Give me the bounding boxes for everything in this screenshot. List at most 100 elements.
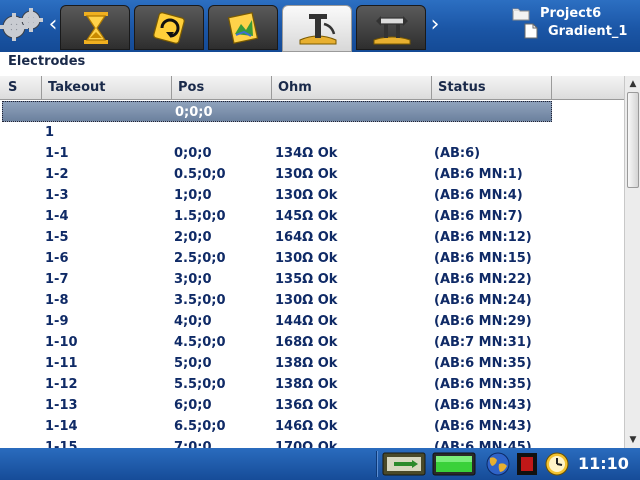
cell-pos: 3.5;0;0 (174, 293, 226, 308)
project-name: Project6 (540, 5, 602, 21)
cell-pos: 3;0;0 (174, 272, 212, 287)
cell-ohm: 164Ω Ok (275, 230, 338, 245)
table-header: S Takeout Pos Ohm Status (0, 76, 624, 100)
battery-charger-icon[interactable] (382, 452, 426, 476)
tabs-scroll-left-icon[interactable]: ‹ (48, 10, 58, 40)
cell-status: (AB:6) (434, 146, 481, 161)
table-row[interactable]: 1-13 6;0;0 136Ω Ok (AB:6 MN:43) (0, 395, 624, 416)
cell-pos: 1.5;0;0 (174, 209, 226, 224)
cell-pos: 0;0;0 (174, 146, 212, 161)
cell-ohm: 130Ω Ok (275, 188, 338, 203)
cell-pos: 5;0;0 (174, 356, 212, 371)
table-row[interactable]: 1-5 2;0;0 164Ω Ok (AB:6 MN:12) (0, 227, 624, 248)
electrodes-table: S Takeout Pos Ohm Status 0;0;0 1 1-1 0;0;0… (0, 76, 624, 448)
cell-ohm: 136Ω Ok (275, 398, 338, 413)
cell-takeout: 1-11 (45, 356, 78, 371)
column-header-ohm[interactable]: Ohm (272, 76, 432, 100)
cell-status: (AB:6 MN:7) (434, 209, 523, 224)
cell-takeout: 1-14 (45, 419, 78, 434)
scroll-up-icon[interactable]: ▲ (627, 78, 639, 90)
table-row[interactable]: 1-6 2.5;0;0 130Ω Ok (AB:6 MN:15) (0, 248, 624, 269)
cell-pos: 5.5;0;0 (174, 377, 226, 392)
column-header-takeout[interactable]: Takeout (42, 76, 172, 100)
file-indicator[interactable]: Gradient_1 (524, 22, 627, 40)
table-row[interactable]: 1-9 4;0;0 144Ω Ok (AB:6 MN:29) (0, 311, 624, 332)
tab-timer[interactable] (60, 5, 130, 50)
cell-status: (AB:6 MN:15) (434, 251, 532, 266)
column-header-pos[interactable]: Pos (172, 76, 272, 100)
hourglass-icon (84, 12, 108, 44)
table-row[interactable]: 1-4 1.5;0;0 145Ω Ok (AB:6 MN:7) (0, 206, 624, 227)
cell-pos: 6.5;0;0 (174, 419, 226, 434)
table-row[interactable]: 1-15 7;0;0 170Ω Ok (AB:6 MN:45) (0, 437, 624, 448)
cell-takeout: 1-8 (45, 293, 69, 308)
cell-status: (AB:6 MN:45) (434, 440, 532, 448)
vertical-scrollbar[interactable]: ▲ ▼ (624, 76, 640, 448)
table-row[interactable]: 1-12 5.5;0;0 138Ω Ok (AB:6 MN:35) (0, 374, 624, 395)
folder-icon (512, 8, 530, 20)
scroll-down-icon[interactable]: ▼ (627, 434, 639, 446)
cell-status: (AB:7 MN:31) (434, 335, 532, 350)
status-bar: 11:10 (0, 448, 640, 480)
table-row-selected[interactable]: 0;0;0 (2, 101, 552, 122)
project-indicator[interactable]: Project6 (512, 4, 601, 22)
file-name: Gradient_1 (548, 23, 628, 39)
column-header-status[interactable]: Status (432, 76, 552, 100)
cell-status: (AB:6 MN:29) (434, 314, 532, 329)
cell-status: (AB:6 MN:1) (434, 167, 523, 182)
cell-takeout: 1-5 (45, 230, 69, 245)
cell-ohm: 138Ω Ok (275, 377, 338, 392)
cell-pos: 6;0;0 (174, 398, 212, 413)
scrollbar-thumb[interactable] (627, 92, 639, 188)
tab-electrodes[interactable] (282, 5, 352, 52)
table-row[interactable]: 1-11 5;0;0 138Ω Ok (AB:6 MN:35) (0, 353, 624, 374)
tabs-scroll-right-icon[interactable]: › (430, 10, 440, 40)
tab-cycle[interactable] (134, 5, 204, 50)
table-row[interactable]: 1-7 3;0;0 135Ω Ok (AB:6 MN:22) (0, 269, 624, 290)
cell-takeout: 1-10 (45, 335, 78, 350)
battery-full-icon[interactable] (432, 452, 476, 476)
cell-status: (AB:6 MN:4) (434, 188, 523, 203)
table-row[interactable]: 1-2 0.5;0;0 130Ω Ok (AB:6 MN:1) (0, 164, 624, 185)
cell-takeout: 1-4 (45, 209, 69, 224)
cell-takeout: 1-9 (45, 314, 69, 329)
cell-status: (AB:6 MN:12) (434, 230, 532, 245)
cell-ohm: 130Ω Ok (275, 251, 338, 266)
table-row[interactable]: 1-1 0;0;0 134Ω Ok (AB:6) (0, 143, 624, 164)
globe-icon[interactable] (484, 452, 512, 476)
cell-pos: 1;0;0 (174, 188, 212, 203)
cycle-arrow-icon (153, 12, 185, 44)
cell-takeout: 1-2 (45, 167, 69, 182)
cell-takeout: 1-15 (45, 440, 78, 448)
table-row[interactable]: 1-14 6.5;0;0 146Ω Ok (AB:6 MN:43) (0, 416, 624, 437)
cell-takeout: 1 (45, 125, 55, 140)
cell-takeout: 1-1 (45, 146, 69, 161)
table-row[interactable]: 1-3 1;0;0 130Ω Ok (AB:6 MN:4) (0, 185, 624, 206)
tab-cables[interactable] (356, 5, 426, 50)
cell-ohm: 145Ω Ok (275, 209, 338, 224)
table-row[interactable]: 1 (0, 122, 624, 143)
cell-status: (AB:6 MN:22) (434, 272, 532, 287)
settings-gear-icon[interactable] (0, 5, 46, 45)
map-document-icon (227, 12, 259, 44)
cell-status: (AB:6 MN:35) (434, 377, 532, 392)
section-title: Electrodes (8, 54, 86, 69)
clock-icon[interactable] (544, 452, 570, 476)
cell-takeout: 1-7 (45, 272, 69, 287)
cell-pos: 0;0;0 (175, 105, 213, 120)
tab-map[interactable] (208, 5, 278, 50)
electrode-stake-icon (299, 14, 337, 45)
table-row[interactable]: 1-8 3.5;0;0 130Ω Ok (AB:6 MN:24) (0, 290, 624, 311)
record-indicator-icon[interactable] (516, 452, 538, 476)
cell-ohm: 130Ω Ok (275, 293, 338, 308)
document-icon (524, 23, 538, 39)
table-body: 0;0;0 1 1-1 0;0;0 134Ω Ok (AB:6) 1-2 0.5;0;0 13… (0, 101, 624, 448)
cell-ohm: 146Ω Ok (275, 419, 338, 434)
cell-ohm: 170Ω Ok (275, 440, 338, 448)
cell-ohm: 134Ω Ok (275, 146, 338, 161)
column-header-s[interactable]: S (2, 76, 42, 100)
cell-takeout: 1-13 (45, 398, 78, 413)
cell-pos: 4;0;0 (174, 314, 212, 329)
cell-ohm: 135Ω Ok (275, 272, 338, 287)
table-row[interactable]: 1-10 4.5;0;0 168Ω Ok (AB:7 MN:31) (0, 332, 624, 353)
